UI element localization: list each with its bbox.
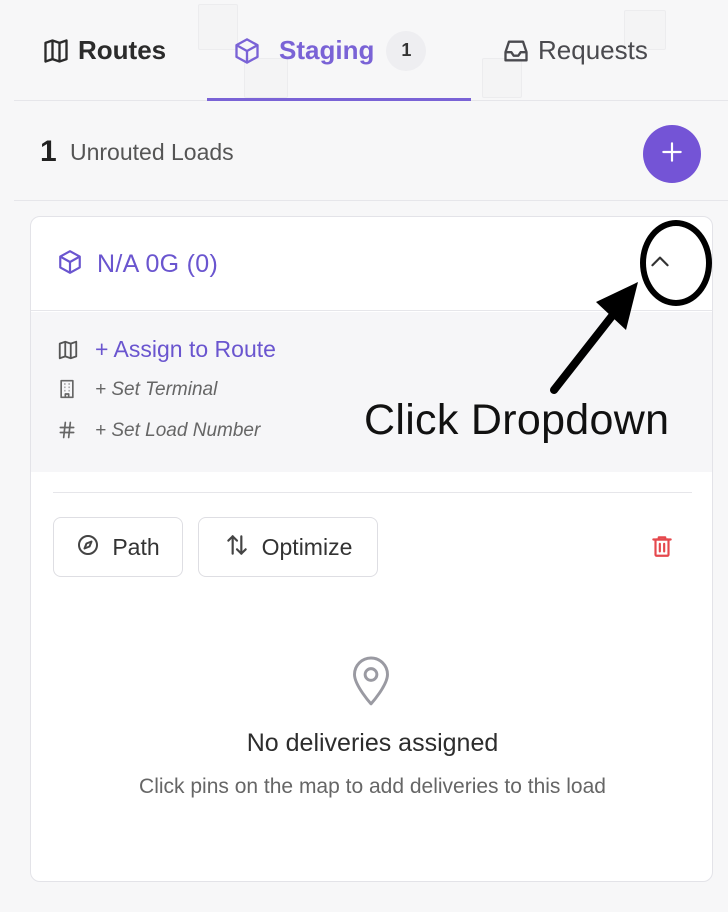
plus-icon xyxy=(659,139,685,170)
add-load-button[interactable] xyxy=(643,125,701,183)
cube-icon xyxy=(57,249,83,280)
path-button-label: Path xyxy=(112,533,160,560)
load-title-group: N/A 0G (0) xyxy=(57,249,218,280)
load-details: + Assign to Route + Set Terminal + Set L… xyxy=(31,312,712,472)
optimize-button[interactable]: Optimize xyxy=(198,517,378,577)
empty-state-title: No deliveries assigned xyxy=(246,729,499,757)
set-load-number-label: + Set Load Number xyxy=(95,420,261,441)
tab-routes-label: Routes xyxy=(78,35,167,65)
set-terminal-label: + Set Terminal xyxy=(95,379,218,400)
delete-load-button[interactable] xyxy=(649,533,677,561)
unrouted-loads-header: 1 Unrouted Loads xyxy=(14,101,728,201)
tab-requests[interactable]: Requests xyxy=(502,0,648,101)
path-button[interactable]: Path xyxy=(53,517,183,577)
load-title: N/A 0G (0) xyxy=(97,250,219,278)
load-card: N/A 0G (0) + Assign to Route + Set Termi… xyxy=(30,216,713,882)
chevron-up-icon xyxy=(647,249,673,280)
empty-state-subtitle: Click pins on the map to add deliveries … xyxy=(139,775,606,798)
optimize-button-label: Optimize xyxy=(261,533,353,560)
collapse-dropdown-button[interactable] xyxy=(643,247,677,281)
assign-to-route-link[interactable]: + Assign to Route xyxy=(57,336,276,363)
load-card-header[interactable]: N/A 0G (0) xyxy=(31,217,712,311)
tab-requests-label: Requests xyxy=(538,35,648,65)
staging-count-badge: 1 xyxy=(386,30,427,71)
tab-routes[interactable]: Routes xyxy=(42,0,166,101)
tab-staging[interactable]: Staging 1 xyxy=(233,0,427,101)
tab-staging-label: Staging xyxy=(279,35,375,65)
trash-icon xyxy=(649,536,675,563)
unrouted-label: Unrouted Loads xyxy=(70,139,234,165)
map-icon xyxy=(42,37,70,65)
map-icon xyxy=(57,339,79,361)
unrouted-count: 1 xyxy=(40,135,57,168)
set-load-number-link[interactable]: + Set Load Number xyxy=(57,420,260,442)
set-terminal-link[interactable]: + Set Terminal xyxy=(57,379,217,401)
inbox-icon xyxy=(502,37,530,65)
sidebar-panel: Routes Staging 1 Requests 1 Unrouted Loa… xyxy=(14,0,728,912)
compass-icon xyxy=(76,533,100,562)
sort-arrows-icon xyxy=(224,532,250,563)
building-icon xyxy=(57,379,79,401)
map-pin-icon xyxy=(349,654,393,706)
tab-bar: Routes Staging 1 Requests xyxy=(14,0,728,101)
assign-to-route-label: + Assign to Route xyxy=(95,336,276,362)
annotation-label: Click Dropdown xyxy=(364,396,670,444)
hash-icon xyxy=(57,420,79,442)
section-divider xyxy=(53,492,692,493)
cube-icon xyxy=(233,37,261,65)
